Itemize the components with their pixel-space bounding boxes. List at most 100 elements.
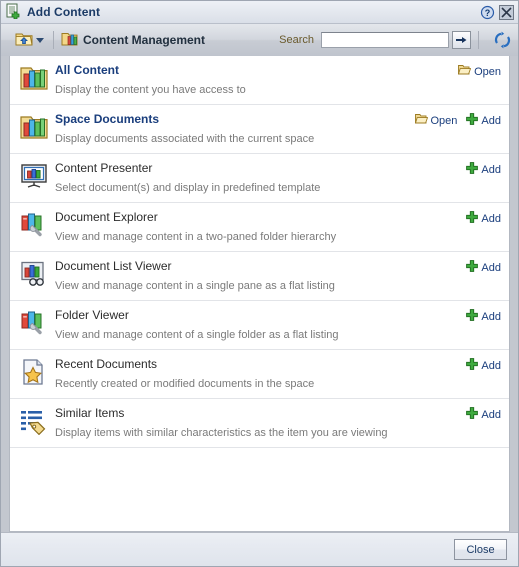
close-icon[interactable] xyxy=(499,4,514,20)
list-item-title: Document List Viewer xyxy=(55,259,172,273)
list-item-description: Select document(s) and display in predef… xyxy=(55,182,321,194)
list-item[interactable]: Similar Items Display items with similar … xyxy=(10,399,509,448)
open-action-label: Open xyxy=(474,65,501,78)
add-content-icon xyxy=(6,3,22,22)
list-item-actions: Add xyxy=(466,160,501,177)
plus-icon xyxy=(466,260,479,275)
open-action[interactable]: Open xyxy=(457,64,501,79)
list-item-actions: Open Add xyxy=(414,111,501,128)
plus-icon xyxy=(466,113,479,128)
content-panel-wrapper: All Content Display the content you have … xyxy=(1,56,518,532)
dialog-footer: Close xyxy=(1,532,518,566)
plus-icon xyxy=(466,162,479,177)
plus-icon xyxy=(466,407,479,422)
toolbar-separator-2 xyxy=(478,31,479,49)
add-action-label: Add xyxy=(481,212,501,225)
breadcrumb-label: Content Management xyxy=(83,33,206,47)
add-action[interactable]: Add xyxy=(466,309,501,324)
document-list-viewer-icon xyxy=(19,258,49,292)
all-content-icon xyxy=(19,62,49,96)
svg-text:?: ? xyxy=(485,8,491,18)
plus-icon xyxy=(466,211,479,226)
list-item[interactable]: Folder Viewer View and manage content of … xyxy=(10,301,509,350)
list-item-body: Recent Documents Recently created or modi… xyxy=(55,356,466,392)
add-action[interactable]: Add xyxy=(466,113,501,128)
list-item-body: Document Explorer View and manage content… xyxy=(55,209,466,245)
open-folder-icon xyxy=(457,64,472,79)
close-button[interactable]: Close xyxy=(454,539,507,560)
dialog-title: Add Content xyxy=(27,5,101,19)
list-item[interactable]: Document Explorer View and manage content… xyxy=(10,203,509,252)
folder-up-icon[interactable] xyxy=(15,31,33,50)
list-item-body: Folder Viewer View and manage content of … xyxy=(55,307,466,343)
breadcrumb[interactable]: Content Management xyxy=(61,31,205,50)
add-action[interactable]: Add xyxy=(466,358,501,373)
add-content-dialog: Add Content ? Content Management Search … xyxy=(0,0,519,567)
list-item-title: Content Presenter xyxy=(55,161,153,175)
document-explorer-icon xyxy=(19,209,49,243)
list-item-description: View and manage content in a two-paned f… xyxy=(55,231,337,243)
similar-items-icon xyxy=(19,405,49,439)
add-action-label: Add xyxy=(481,261,501,274)
list-item-actions: Add xyxy=(466,405,501,422)
list-item-title: Folder Viewer xyxy=(55,308,129,322)
list-item-body: Similar Items Display items with similar … xyxy=(55,405,466,441)
open-folder-icon xyxy=(414,113,428,128)
add-action-label: Add xyxy=(481,359,501,372)
dialog-titlebar: Add Content ? xyxy=(1,1,518,24)
add-action[interactable]: Add xyxy=(466,162,501,177)
folder-viewer-icon xyxy=(19,307,49,341)
add-action[interactable]: Add xyxy=(466,211,501,226)
space-documents-icon xyxy=(19,111,49,145)
list-item-description: Display items with similar characteristi… xyxy=(55,427,388,439)
chevron-down-icon[interactable] xyxy=(33,31,46,49)
help-icon[interactable]: ? xyxy=(480,5,495,20)
plus-icon xyxy=(466,309,479,324)
open-action-label: Open xyxy=(430,114,458,127)
list-item-body: Space Documents Display documents associa… xyxy=(55,111,415,147)
toolbar-separator xyxy=(53,31,54,49)
search-input[interactable] xyxy=(321,32,449,48)
list-item-actions: Add xyxy=(466,356,501,373)
list-item-description: View and manage content of a single fold… xyxy=(55,329,339,341)
refresh-icon[interactable] xyxy=(492,30,512,50)
plus-icon xyxy=(466,358,479,373)
dialog-toolbar: Content Management Search xyxy=(1,24,518,56)
add-action-label: Add xyxy=(481,408,501,421)
list-item-description: Recently created or modified documents i… xyxy=(55,378,315,390)
list-item[interactable]: Content Presenter Select document(s) and … xyxy=(10,154,509,203)
add-action[interactable]: Add xyxy=(466,260,501,275)
list-item[interactable]: All Content Display the content you have … xyxy=(10,56,509,105)
list-item-body: All Content Display the content you have … xyxy=(55,62,458,98)
list-item-actions: Open xyxy=(457,62,501,79)
list-item-actions: Add xyxy=(466,258,501,275)
content-presenter-icon xyxy=(19,160,49,194)
list-item-title[interactable]: Space Documents xyxy=(55,112,415,127)
content-list: All Content Display the content you have … xyxy=(10,56,509,448)
list-item-title: Document Explorer xyxy=(55,210,158,224)
chevron-down-glyph xyxy=(35,37,44,43)
add-action[interactable]: Add xyxy=(466,407,501,422)
add-action-label: Add xyxy=(481,310,501,323)
list-item-description: View and manage content in a single pane… xyxy=(55,280,335,292)
content-list-panel: All Content Display the content you have … xyxy=(9,56,510,532)
content-management-icon xyxy=(61,31,78,50)
search-go-button[interactable] xyxy=(452,31,471,49)
list-item[interactable]: Space Documents Display documents associa… xyxy=(10,105,509,154)
list-item-title[interactable]: All Content xyxy=(55,63,458,78)
list-item[interactable]: Recent Documents Recently created or modi… xyxy=(10,350,509,399)
list-item-actions: Add xyxy=(466,209,501,226)
list-item-body: Content Presenter Select document(s) and … xyxy=(55,160,466,196)
add-action-label: Add xyxy=(481,163,501,176)
list-item-body: Document List Viewer View and manage cont… xyxy=(55,258,466,294)
list-item[interactable]: Document List Viewer View and manage cont… xyxy=(10,252,509,301)
list-item-description: Display the content you have access to xyxy=(55,84,246,96)
list-item-description: Display documents associated with the cu… xyxy=(55,133,315,145)
list-item-title: Similar Items xyxy=(55,406,125,420)
list-item-actions: Add xyxy=(466,307,501,324)
search-label: Search xyxy=(279,34,314,46)
open-action[interactable]: Open xyxy=(414,113,458,128)
list-item-title: Recent Documents xyxy=(55,357,158,371)
add-action-label: Add xyxy=(481,114,501,127)
recent-documents-icon xyxy=(19,356,49,390)
